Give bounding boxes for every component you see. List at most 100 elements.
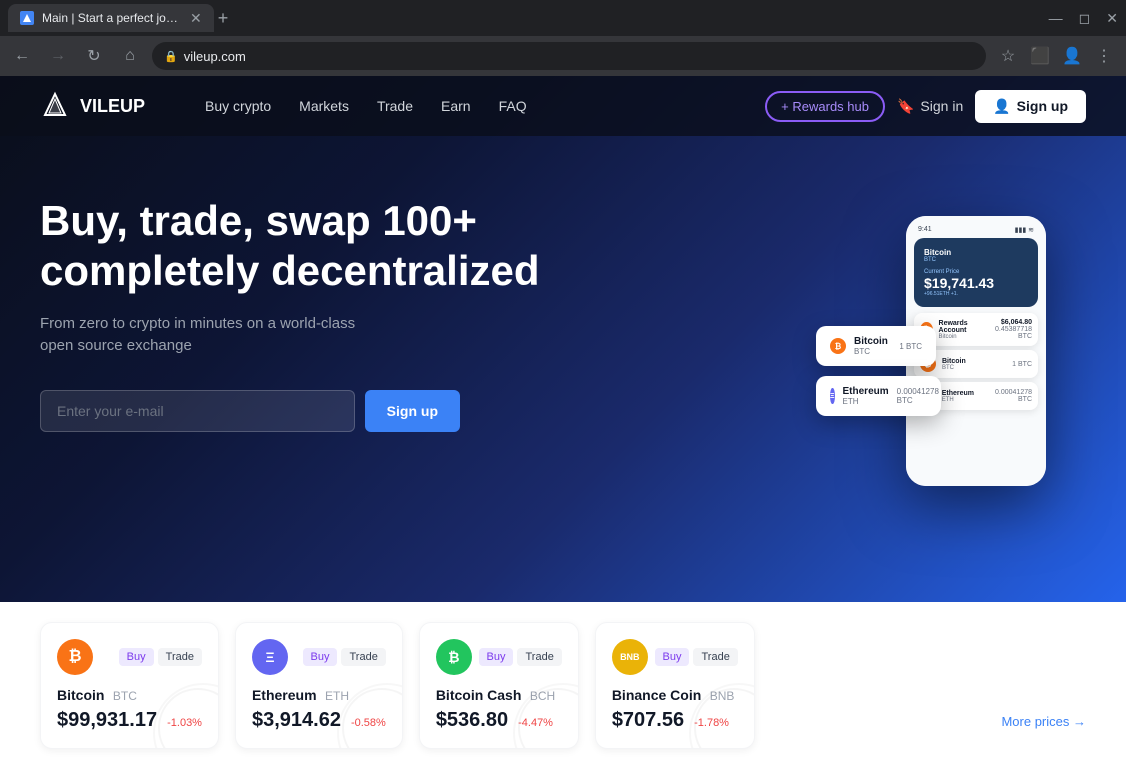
tab-close-btn[interactable]: ✕	[190, 10, 202, 27]
browser-chrome: Main | Start a perfect journey ✕ + — ◻ ✕	[0, 0, 1126, 36]
btc-trade-btn[interactable]: Trade	[158, 648, 202, 666]
rewards-hub-btn[interactable]: + Rewards hub	[765, 91, 885, 122]
url-bar[interactable]: 🔒 vileup.com	[152, 42, 986, 70]
bnb-card-header: BNB Buy Trade	[612, 639, 738, 675]
eth-price: $3,914.62	[252, 709, 341, 732]
crypto-section: ₿ Buy Trade Bitcoin BTC $99,931.17 -1.03…	[0, 602, 1126, 769]
btc-name-row: Bitcoin BTC	[57, 687, 202, 705]
bnb-price: $707.56	[612, 709, 684, 732]
bnb-change: -1.78%	[694, 717, 729, 729]
nav-buy-crypto[interactable]: Buy crypto	[205, 98, 271, 114]
toolbar-icons: ☆ ⬛ 👤 ⋮	[994, 42, 1118, 70]
bnb-trade-btn[interactable]: Trade	[693, 648, 737, 666]
btc-buy-btn[interactable]: Buy	[119, 648, 154, 666]
forward-btn[interactable]: →	[44, 42, 72, 70]
eth-buy-btn[interactable]: Buy	[303, 648, 338, 666]
btc-price-row: $99,931.17 -1.03%	[57, 705, 202, 732]
bch-icon: ₿	[436, 639, 472, 675]
crypto-card-bnb: BNB Buy Trade Binance Coin BNB $707.56 -…	[595, 622, 755, 749]
bch-ticker: BCH	[530, 689, 555, 703]
user-icon: 🔖	[897, 98, 914, 115]
account-icon[interactable]: 👤	[1058, 42, 1086, 70]
bch-name: Bitcoin Cash	[436, 687, 522, 703]
browser-toolbar: ← → ↻ ⌂ 🔒 vileup.com ☆ ⬛ 👤 ⋮	[0, 36, 1126, 76]
eth-trade-btn[interactable]: Trade	[341, 648, 385, 666]
bnb-buy-btn[interactable]: Buy	[655, 648, 690, 666]
eth-name: Ethereum	[252, 687, 317, 703]
eth-icon: Ξ	[252, 639, 288, 675]
home-btn[interactable]: ⌂	[116, 42, 144, 70]
signup-label: Sign up	[1017, 98, 1068, 114]
bnb-name-row: Binance Coin BNB	[612, 687, 738, 705]
crypto-card-eth: Ξ Buy Trade Ethereum ETH $3,914.62 -0.58…	[235, 622, 403, 749]
url-text: vileup.com	[184, 49, 246, 64]
btc-card-header: ₿ Buy Trade	[57, 639, 202, 675]
btc-price: $99,931.17	[57, 709, 157, 732]
hero-section: Buy, trade, swap 100+ completely decentr…	[0, 136, 1126, 462]
btc-change: -1.03%	[167, 717, 202, 729]
bch-price-row: $536.80 -4.47%	[436, 705, 562, 732]
signin-btn[interactable]: 🔖 Sign in	[897, 98, 963, 115]
hero-form: Sign up	[40, 390, 460, 432]
lock-icon: 🔒	[164, 50, 178, 63]
logo-icon	[40, 91, 70, 121]
btc-card-btns: Buy Trade	[119, 648, 202, 666]
bnb-icon: BNB	[612, 639, 648, 675]
nav-links: Buy crypto Markets Trade Earn FAQ	[205, 98, 527, 114]
bch-card-btns: Buy Trade	[479, 648, 562, 666]
bnb-card-btns: Buy Trade	[655, 648, 738, 666]
browser-tabs: Main | Start a perfect journey ✕ +	[8, 0, 232, 36]
btc-name: Bitcoin	[57, 687, 104, 703]
bch-trade-btn[interactable]: Trade	[517, 648, 561, 666]
crypto-card-bch: ₿ Buy Trade Bitcoin Cash BCH $536.80 -4.…	[419, 622, 579, 749]
bnb-name: Binance Coin	[612, 687, 701, 703]
bch-buy-btn[interactable]: Buy	[479, 648, 514, 666]
btc-ticker: BTC	[113, 689, 137, 703]
bch-price: $536.80	[436, 709, 508, 732]
more-prices-link[interactable]: More prices →	[1001, 710, 1086, 749]
back-btn[interactable]: ←	[8, 42, 36, 70]
signup-btn[interactable]: 👤 Sign up	[975, 90, 1086, 123]
logo-text: VILEUP	[80, 96, 145, 117]
crypto-card-btc: ₿ Buy Trade Bitcoin BTC $99,931.17 -1.03…	[40, 622, 219, 749]
menu-icon[interactable]: ⋮	[1090, 42, 1118, 70]
bnb-ticker: BNB	[710, 689, 735, 703]
bookmark-icon[interactable]: ☆	[994, 42, 1022, 70]
crypto-cards-list: ₿ Buy Trade Bitcoin BTC $99,931.17 -1.03…	[40, 622, 991, 749]
restore-btn[interactable]: ◻	[1079, 10, 1091, 27]
window-controls: — ◻ ✕	[1049, 10, 1118, 27]
nav-earn[interactable]: Earn	[441, 98, 471, 114]
new-tab-btn[interactable]: +	[214, 4, 233, 33]
logo[interactable]: VILEUP	[40, 91, 145, 121]
btc-icon: ₿	[57, 639, 93, 675]
eth-name-row: Ethereum ETH	[252, 687, 386, 705]
website-body: VILEUP Buy crypto Markets Trade Earn FAQ…	[0, 76, 1126, 602]
bch-card-header: ₿ Buy Trade	[436, 639, 562, 675]
active-tab[interactable]: Main | Start a perfect journey ✕	[8, 4, 214, 32]
hero-subtitle: From zero to crypto in minutes on a worl…	[40, 313, 380, 358]
nav-trade[interactable]: Trade	[377, 98, 413, 114]
bch-name-row: Bitcoin Cash BCH	[436, 687, 562, 705]
email-input[interactable]	[40, 390, 355, 432]
tab-title: Main | Start a perfect journey	[42, 11, 182, 25]
refresh-btn[interactable]: ↻	[80, 42, 108, 70]
eth-card-btns: Buy Trade	[303, 648, 386, 666]
bch-change: -4.47%	[518, 717, 553, 729]
hero-signup-btn[interactable]: Sign up	[365, 390, 460, 432]
bnb-price-row: $707.56 -1.78%	[612, 705, 738, 732]
nav-faq[interactable]: FAQ	[499, 98, 527, 114]
minimize-btn[interactable]: —	[1049, 10, 1063, 27]
nav-actions: + Rewards hub 🔖 Sign in 👤 Sign up	[765, 90, 1086, 123]
eth-price-row: $3,914.62 -0.58%	[252, 705, 386, 732]
hero-title: Buy, trade, swap 100+ completely decentr…	[40, 196, 560, 297]
signin-label: Sign in	[920, 98, 963, 114]
extensions-icon[interactable]: ⬛	[1026, 42, 1054, 70]
tab-favicon	[20, 11, 34, 25]
signup-icon: 👤	[993, 98, 1010, 115]
navbar: VILEUP Buy crypto Markets Trade Earn FAQ…	[0, 76, 1126, 136]
eth-ticker: ETH	[325, 689, 349, 703]
nav-markets[interactable]: Markets	[299, 98, 349, 114]
eth-change: -0.58%	[351, 717, 386, 729]
eth-card-header: Ξ Buy Trade	[252, 639, 386, 675]
close-btn[interactable]: ✕	[1106, 10, 1118, 27]
